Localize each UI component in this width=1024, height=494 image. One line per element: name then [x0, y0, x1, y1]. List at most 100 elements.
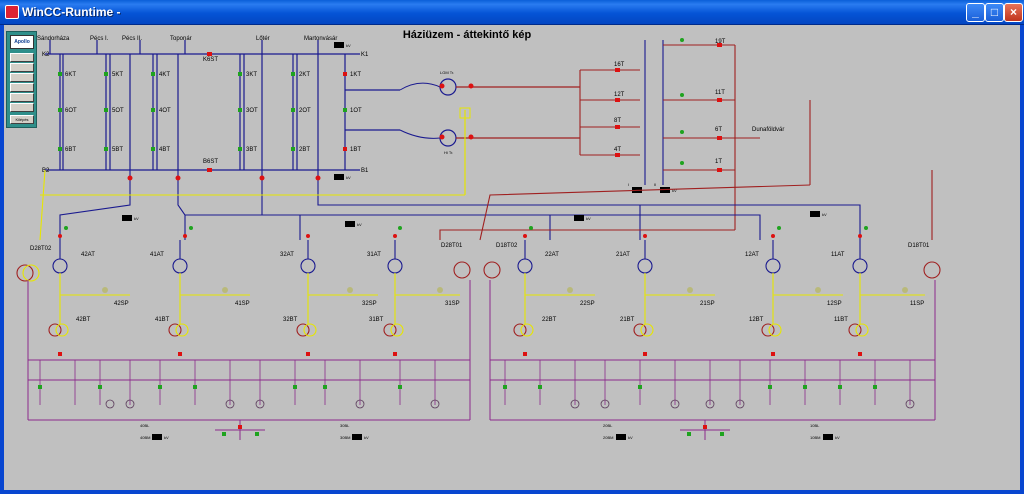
- transformer-41bt: 41BT: [155, 317, 170, 323]
- lv-feeders: [39, 360, 911, 405]
- bus-20bm: 20BM: [603, 435, 613, 440]
- bus-label-b1: B1: [361, 168, 369, 174]
- breaker-2kt: 2KT: [299, 72, 310, 78]
- breaker-2bt: 2BT: [299, 147, 310, 153]
- breaker-3bt: 3BT: [246, 147, 257, 153]
- breaker-8t: 8T: [614, 118, 621, 124]
- lv-distribution: [27, 280, 936, 440]
- kv-unit-bottom: kV: [346, 175, 351, 180]
- bus-40bm: 40BM: [140, 435, 150, 440]
- kv-unit-top: kV: [346, 43, 351, 48]
- bus-20bl: 20BL: [603, 423, 613, 428]
- row1-labels: D28T02 42AT 41AT 32AT 31AT D28T01 D18T02…: [30, 243, 930, 258]
- bus-30bm: 30BM: [340, 435, 350, 440]
- bus-30bl: 30BL: [340, 423, 350, 428]
- kv-tag-4: kV: [822, 212, 827, 217]
- distribution-lines: [39, 169, 933, 241]
- transformer-d28t02: D28T02: [30, 246, 52, 252]
- transformer-21bt: 21BT: [620, 317, 635, 323]
- feeder-header-4: Toponár: [170, 36, 192, 42]
- bus-40bl: 40BL: [140, 423, 150, 428]
- transformer-d28t01: D28T01: [441, 243, 463, 249]
- transformer-lower: Hi Tr.: [444, 150, 453, 155]
- spare-21sp: 21SP: [700, 301, 715, 307]
- breaker-4kt: 4KT: [159, 72, 170, 78]
- middle-kv-tags: kV kV kV kV: [122, 211, 827, 227]
- feeder-header-1: Sándorháza: [37, 36, 70, 42]
- transformer-upper: LGM Tr.: [440, 70, 454, 75]
- breaker-1t: 1T: [715, 159, 722, 165]
- feeder-header-5: Lőtér: [256, 36, 270, 42]
- transformer-d18t01: D18T01: [908, 243, 930, 249]
- spare-11sp: 11SP: [910, 301, 924, 307]
- tie-breaker-top: K6ST: [203, 57, 218, 63]
- breaker-16t: 16T: [614, 62, 625, 68]
- transformer-11bt: 11BT: [834, 317, 848, 323]
- row1-transformers: [16, 258, 941, 282]
- transformer-42bt: 42BT: [76, 317, 91, 323]
- breaker-12t: 12T: [614, 92, 625, 98]
- transformer-32bt: 32BT: [283, 317, 298, 323]
- spare-12sp: 12SP: [827, 301, 842, 307]
- kv-tag-2: kV: [357, 222, 362, 227]
- feeder-block: [579, 40, 811, 230]
- spare-32sp: 32SP: [362, 301, 377, 307]
- transformer-42at: 42AT: [81, 252, 95, 258]
- single-line-diagram: Sándorháza Pécs I. Pécs II. Toponár Lőté…: [16, 36, 941, 440]
- feeder-header-6: Martonvásár: [304, 36, 337, 42]
- transformer-d18t02: D18T02: [496, 243, 518, 249]
- breaker-5kt: 5KT: [112, 72, 123, 78]
- top-transformers: LGM Tr. Hi Tr.: [399, 70, 580, 195]
- bus-label-b2: B2: [42, 168, 50, 174]
- bus-label-k1: K1: [361, 52, 369, 58]
- spare-31sp: 31SP: [445, 301, 460, 307]
- kv-20bm: kV: [628, 435, 633, 440]
- bus-section-2: II: [654, 182, 656, 187]
- row2-labels: 42BT 42SP 41BT 41SP 32BT 32SP 31BT 31SP …: [76, 301, 924, 323]
- breaker-1ot: 1OT: [350, 108, 362, 114]
- transformer-32at: 32AT: [280, 252, 294, 258]
- breaker-3kt: 3KT: [246, 72, 257, 78]
- kv-tag-3: kV: [586, 216, 591, 221]
- top-headers: Sándorháza Pécs I. Pécs II. Toponár Lőté…: [37, 36, 369, 174]
- breaker-1kt: 1KT: [350, 72, 361, 78]
- transformer-31bt: 31BT: [369, 317, 384, 323]
- bus-10bm: 10BM: [810, 435, 820, 440]
- kv-indicators-top: kV kV: [334, 42, 351, 180]
- breaker-5ot: 5OT: [112, 108, 124, 114]
- transformer-31at: 31AT: [367, 252, 381, 258]
- breaker-4t: 4T: [614, 147, 621, 153]
- breaker-5bt: 5BT: [112, 147, 123, 153]
- lv-motors: [105, 399, 915, 409]
- bus-10bl: 10BL: [810, 423, 820, 428]
- transformer-11at: 11AT: [831, 252, 845, 258]
- breaker-6t: 6T: [715, 127, 722, 133]
- spare-41sp: 41SP: [235, 301, 250, 307]
- kv-40bm: kV: [164, 435, 169, 440]
- breaker-6kt: 6KT: [65, 72, 76, 78]
- transformer-12bt: 12BT: [749, 317, 764, 323]
- transformer-12at: 12AT: [745, 252, 759, 258]
- spare-42sp: 42SP: [114, 301, 129, 307]
- breaker-6ot: 6OT: [65, 108, 77, 114]
- feeder-header-2: Pécs I.: [90, 36, 109, 42]
- breaker-6bt: 6BT: [65, 147, 76, 153]
- bus-section-1: I: [628, 182, 629, 187]
- breaker-1bt: 1BT: [350, 147, 361, 153]
- row2-transformers: [48, 323, 869, 337]
- breaker-4ot: 4OT: [159, 108, 171, 114]
- breaker-2ot: 2OT: [299, 108, 311, 114]
- kv-30bm: kV: [364, 435, 369, 440]
- transformer-21at: 21AT: [616, 252, 630, 258]
- vertical-feeds: [59, 240, 925, 324]
- breaker-4bt: 4BT: [159, 147, 170, 153]
- breaker-3ot: 3OT: [246, 108, 258, 114]
- breaker-11t: 11T: [715, 90, 725, 96]
- spare-22sp: 22SP: [580, 301, 595, 307]
- outgoing-feeder-label: Dunaföldvár: [752, 127, 784, 133]
- bus-label-k2: K2: [42, 52, 50, 58]
- transformer-22at: 22AT: [545, 252, 559, 258]
- kv-10bm: kV: [835, 435, 840, 440]
- transformer-41at: 41AT: [150, 252, 164, 258]
- bottom-labels: 40BL 40BM 30BL 30BM 20BL 20BM 10BL 10BM …: [140, 423, 840, 440]
